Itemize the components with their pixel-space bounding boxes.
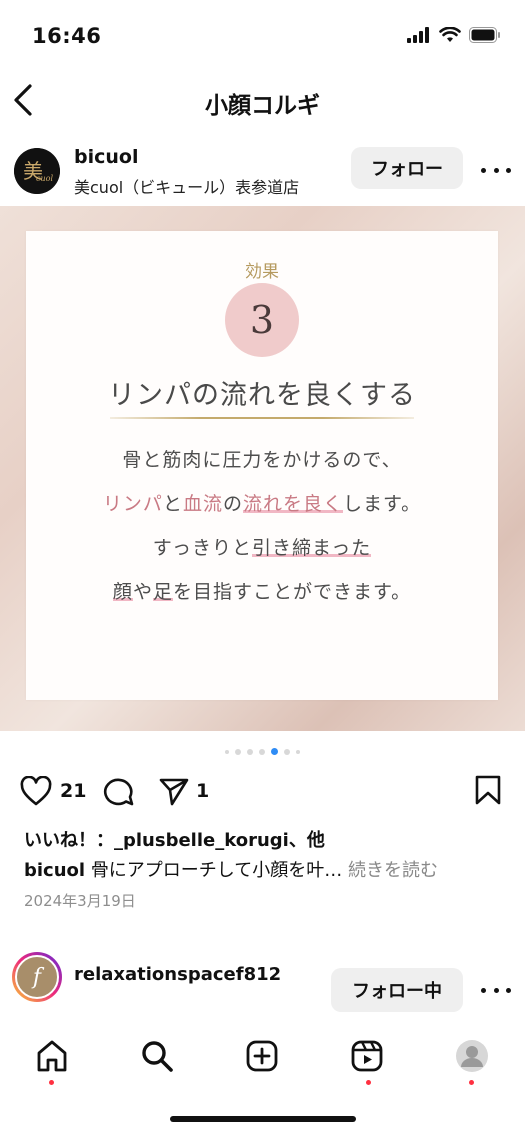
save-button[interactable] xyxy=(474,774,502,810)
bookmark-icon xyxy=(475,775,501,805)
following-button[interactable]: フォロー中 xyxy=(331,968,463,1012)
carousel-dot xyxy=(235,748,241,755)
text-legs: 足 xyxy=(152,581,173,603)
more-dot-icon xyxy=(493,987,499,993)
share-button[interactable] xyxy=(158,776,190,810)
home-notification-dot xyxy=(49,1080,54,1085)
caption-text: 骨にアプローチして小顔を叶… xyxy=(90,860,343,881)
home-indicator xyxy=(170,1116,356,1122)
next-post-username[interactable]: relaxationspacef812 xyxy=(74,964,281,985)
like-button[interactable] xyxy=(20,775,52,810)
battery-icon xyxy=(469,27,500,43)
text-segment: の xyxy=(222,493,243,515)
like-count[interactable]: 21 xyxy=(60,780,86,802)
text-segment: を目指すことができます。 xyxy=(172,581,412,603)
more-options-button[interactable] xyxy=(481,160,511,180)
post-location[interactable]: 美cuol（ビキュール）表参道店 xyxy=(74,174,299,198)
profile-icon xyxy=(456,1040,488,1072)
read-more-link[interactable]: 続きを読む xyxy=(348,860,438,881)
card-text-line-2: リンパと血流の流れを良くします。 xyxy=(26,489,498,516)
svg-text:cuol: cuol xyxy=(36,174,53,183)
profile-notification-dot xyxy=(469,1080,474,1085)
wifi-icon xyxy=(439,27,461,42)
carousel-dot xyxy=(259,748,265,755)
status-icons xyxy=(407,27,501,43)
create-icon xyxy=(246,1040,278,1072)
effect-label: 効果 xyxy=(245,262,279,282)
more-dot-icon xyxy=(506,987,511,993)
share-count[interactable]: 1 xyxy=(196,780,209,802)
text-segment: します。 xyxy=(342,493,422,515)
comment-icon xyxy=(103,778,134,806)
likes-summary[interactable]: いいね！：_plusbelle_korugi、他 xyxy=(24,826,325,852)
next-post-avatar[interactable]: f xyxy=(12,952,62,1002)
more-dot-icon xyxy=(481,167,486,173)
text-toned: 引き締まった xyxy=(252,537,372,559)
carousel-dot xyxy=(296,749,300,754)
comment-button[interactable] xyxy=(103,776,135,810)
text-improve-flow: 流れを良く xyxy=(242,493,343,515)
post-username[interactable]: bicuol xyxy=(74,146,138,168)
send-icon xyxy=(159,778,189,806)
tab-search[interactable] xyxy=(137,1036,177,1076)
info-card: 効果 3 リンパの流れを良くする 骨と筋肉に圧力をかけるので、 リンパと血流の流… xyxy=(26,231,498,700)
avatar-letter: f xyxy=(15,955,59,999)
reels-notification-dot xyxy=(366,1080,371,1085)
more-dot-icon xyxy=(481,987,486,993)
status-time: 16:46 xyxy=(32,24,102,48)
signal-icon xyxy=(407,27,429,43)
card-text-line-1: 骨と筋肉に圧力をかけるので、 xyxy=(122,449,402,471)
caption-username[interactable]: bicuol xyxy=(24,860,85,881)
carousel-dot xyxy=(284,748,290,755)
page-title: 小顔コルギ xyxy=(205,93,320,119)
text-segment: と xyxy=(162,493,183,515)
text-segment: や xyxy=(132,581,153,603)
text-face: 顔 xyxy=(112,581,133,603)
tab-reels[interactable] xyxy=(347,1036,387,1076)
text-lymph: リンパ xyxy=(102,493,163,515)
more-dot-icon xyxy=(493,167,499,173)
next-post-more-button[interactable] xyxy=(481,980,511,1000)
heart-icon xyxy=(20,775,52,806)
divider xyxy=(110,417,414,419)
home-icon xyxy=(37,1040,67,1072)
carousel-dot xyxy=(225,749,229,754)
card-text-line-4: 顔や足を目指すことができます。 xyxy=(26,577,498,604)
text-segment: すっきりと xyxy=(152,537,252,559)
tab-create[interactable] xyxy=(242,1036,282,1076)
carousel-indicator xyxy=(0,748,525,755)
brand-logo-icon: 美 cuol xyxy=(14,148,60,194)
caption: bicuol 骨にアプローチして小顔を叶… 続きを読む xyxy=(24,856,438,882)
reels-icon xyxy=(351,1040,383,1072)
avatar[interactable]: 美 cuol xyxy=(14,148,60,194)
more-dot-icon xyxy=(506,167,511,173)
post-image[interactable]: 効果 3 リンパの流れを良くする 骨と筋肉に圧力をかけるので、 リンパと血流の流… xyxy=(0,206,525,731)
carousel-dot xyxy=(247,748,253,755)
effect-number-badge: 3 xyxy=(225,283,299,357)
tab-home[interactable] xyxy=(32,1036,72,1076)
text-blood-flow: 血流 xyxy=(182,493,223,515)
card-heading: リンパの流れを良くする xyxy=(108,380,416,411)
carousel-dot-active xyxy=(271,748,278,755)
post-date: 2024年3月19日 xyxy=(24,892,136,910)
follow-button[interactable]: フォロー xyxy=(351,147,463,189)
search-icon xyxy=(142,1041,173,1072)
effect-number: 3 xyxy=(249,298,275,342)
card-text-line-3: すっきりと引き締まった xyxy=(26,533,498,560)
tab-profile[interactable] xyxy=(452,1036,492,1076)
